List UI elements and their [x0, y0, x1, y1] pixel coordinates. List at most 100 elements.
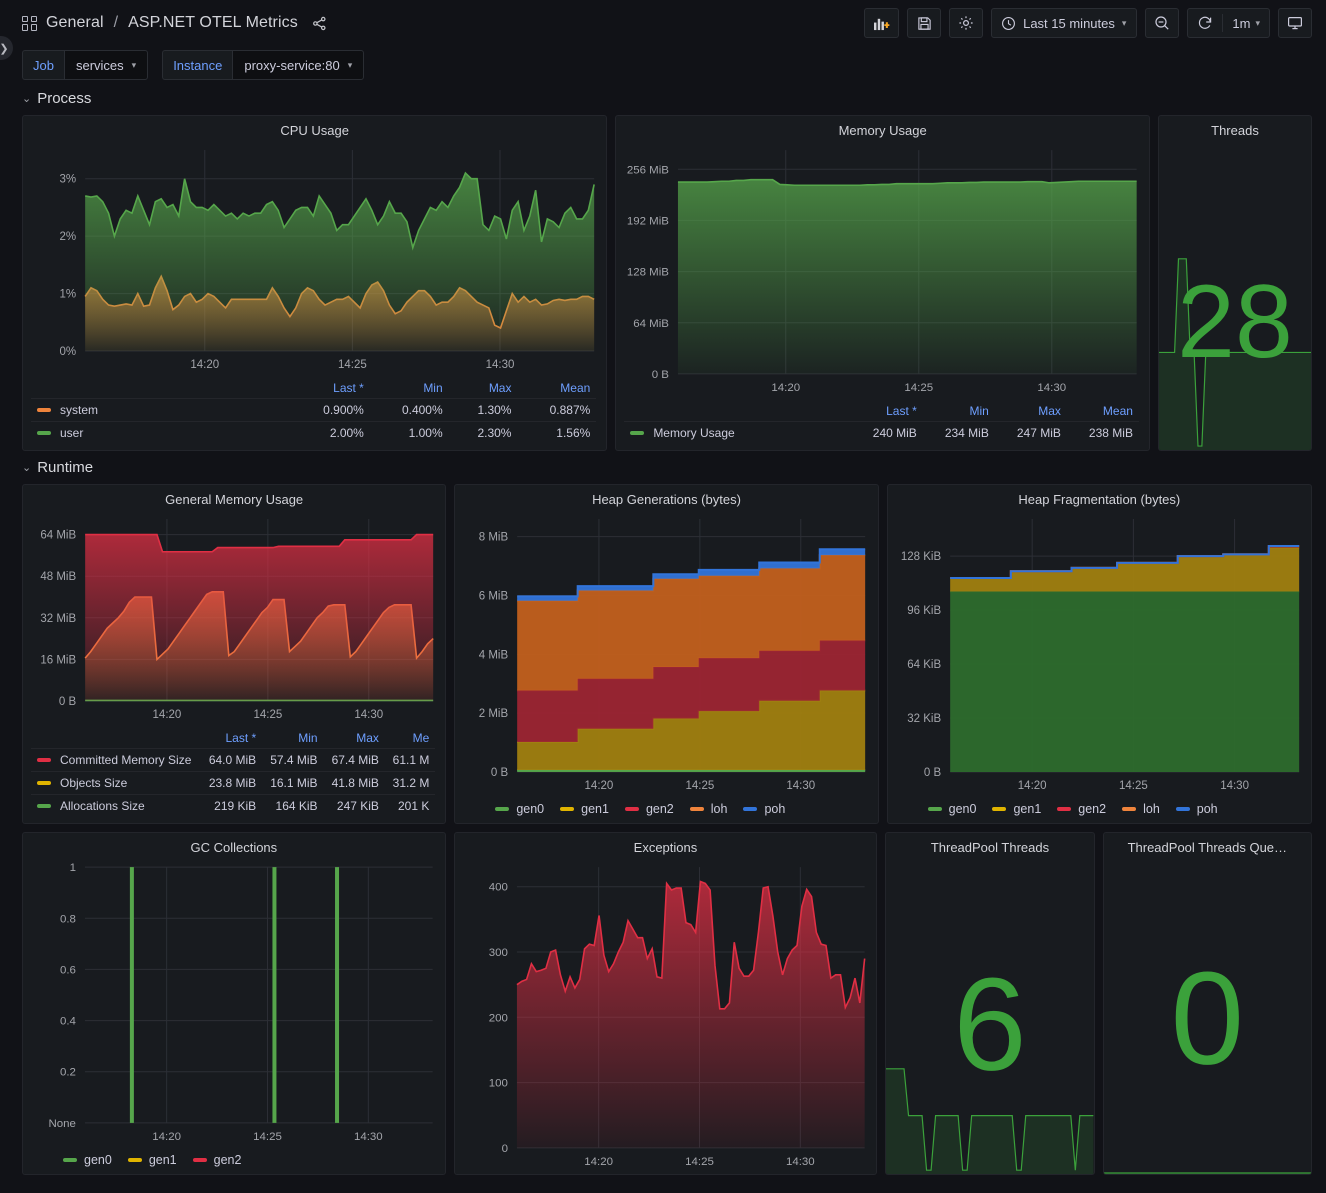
panel-threads[interactable]: Threads 28 [1158, 115, 1312, 451]
legend-row[interactable]: Allocations Size 219 KiB 164 KiB 247 KiB… [31, 795, 435, 818]
page-title[interactable]: ASP.NET OTEL Metrics [128, 14, 298, 32]
barchart[interactable]: None0.20.40.60.8114:2014:2514:30 [23, 857, 445, 1149]
panel-general-memory-usage[interactable]: General Memory Usage 0 B16 MiB32 MiB48 M… [22, 484, 446, 824]
legend-col-min[interactable]: Min [262, 729, 323, 749]
legend-series-cell[interactable]: Memory Usage [624, 422, 850, 445]
section-header-runtime[interactable]: ⌄ Runtime [0, 459, 1326, 484]
legend-series-cell[interactable]: Allocations Size [31, 795, 201, 818]
legend-item[interactable]: loh [690, 802, 728, 816]
legend-value-max: 247 KiB [324, 795, 385, 818]
legend-item[interactable]: gen0 [928, 802, 977, 816]
legend-col-last[interactable]: Last * [851, 402, 923, 422]
share-icon[interactable] [312, 16, 327, 31]
section-header-process[interactable]: ⌄ Process [0, 90, 1326, 115]
series-color-swatch [1176, 807, 1190, 811]
legend-row[interactable]: user 2.00% 1.00% 2.30% 1.56% [31, 422, 596, 445]
legend-col-max[interactable]: Max [995, 402, 1067, 422]
section-title: Process [37, 90, 91, 107]
series-color-swatch [743, 807, 757, 811]
panel-exceptions[interactable]: Exceptions 010020030040014:2014:2514:30 [454, 832, 878, 1175]
panel-body: 28 [1159, 140, 1311, 450]
legend-item[interactable]: gen1 [128, 1153, 177, 1167]
stat-chart[interactable]: 6 [886, 857, 1093, 1174]
chevron-down-icon: ▾ [132, 61, 137, 70]
legend-col-min[interactable]: Min [923, 402, 995, 422]
panel-gc-collections[interactable]: GC Collections None0.20.40.60.8114:2014:… [22, 832, 446, 1175]
timeseries-chart[interactable]: 0 B32 KiB64 KiB96 KiB128 KiB14:2014:2514… [888, 509, 1311, 798]
legend-item[interactable]: gen0 [63, 1153, 112, 1167]
legend-item[interactable]: poh [1176, 802, 1218, 816]
legend-item[interactable]: poh [743, 802, 785, 816]
legend-item[interactable]: gen2 [1057, 802, 1106, 816]
top-navbar: General / ASP.NET OTEL Metrics [0, 0, 1326, 46]
legend-series-cell[interactable]: Committed Memory Size [31, 749, 201, 772]
breadcrumb-folder[interactable]: General [46, 14, 104, 32]
legend-item[interactable]: gen2 [625, 802, 674, 816]
panel-cpu-usage[interactable]: CPU Usage 0%1%2%3%14:2014:2514:30 Last *… [22, 115, 607, 451]
legend-col-min[interactable]: Min [370, 379, 449, 399]
legend-row[interactable]: Objects Size 23.8 MiB 16.1 MiB 41.8 MiB … [31, 772, 435, 795]
panel-heap-fragmentation[interactable]: Heap Fragmentation (bytes) 0 B32 KiB64 K… [887, 484, 1312, 824]
legend-col-mean[interactable]: Me [385, 729, 435, 749]
legend-item[interactable]: gen1 [560, 802, 609, 816]
legend-row[interactable]: Committed Memory Size 64.0 MiB 57.4 MiB … [31, 749, 435, 772]
timeseries-chart[interactable]: 0 B16 MiB32 MiB48 MiB64 MiB14:2014:2514:… [23, 509, 445, 727]
legend-col-max[interactable]: Max [449, 379, 518, 399]
legend-series-name: Memory Usage [653, 426, 734, 440]
stat-chart[interactable]: 0 [1104, 857, 1311, 1174]
legend-value-max: 1.30% [449, 399, 518, 422]
panel-threadpool-threads-queue[interactable]: ThreadPool Threads Que… 0 [1103, 832, 1312, 1175]
legend-series-cell[interactable]: Objects Size [31, 772, 201, 795]
panel-body: 0%1%2%3%14:2014:2514:30 Last * Min Max M… [23, 140, 606, 450]
refresh-interval-picker[interactable]: 1m ▾ [1223, 9, 1269, 37]
series-color-swatch [560, 807, 574, 811]
variable-instance-select[interactable]: proxy-service:80 ▾ [232, 50, 364, 80]
series-color-swatch [37, 431, 51, 435]
legend-table: Last * Min Max Mean system [23, 377, 606, 450]
time-range-picker[interactable]: Last 15 minutes ▾ [991, 8, 1137, 38]
legend-value-last: 240 MiB [851, 422, 923, 445]
gear-icon[interactable] [949, 8, 983, 38]
timeseries-chart[interactable]: 010020030040014:2014:2514:30 [455, 857, 877, 1174]
legend-series-cell[interactable]: user [31, 422, 291, 445]
legend-row[interactable]: Memory Usage 240 MiB 234 MiB 247 MiB 238… [624, 422, 1139, 445]
svg-text:14:20: 14:20 [585, 780, 614, 792]
panel-heap-generations[interactable]: Heap Generations (bytes) 0 B2 MiB4 MiB6 … [454, 484, 878, 824]
legend-col-last[interactable]: Last * [291, 379, 370, 399]
legend-item[interactable]: loh [1122, 802, 1160, 816]
variable-job-select[interactable]: services ▾ [64, 50, 148, 80]
panel-title: Threads [1159, 116, 1311, 140]
timeseries-chart[interactable]: 0 B64 MiB128 MiB192 MiB256 MiB14:2014:25… [616, 140, 1149, 400]
legend-value-max: 41.8 MiB [324, 772, 385, 795]
legend-col-last[interactable]: Last * [201, 729, 262, 749]
legend-item[interactable]: gen2 [193, 1153, 242, 1167]
legend-series-name: Committed Memory Size [60, 753, 191, 767]
legend-col-mean[interactable]: Mean [1067, 402, 1139, 422]
refresh-interval-label: 1m [1232, 16, 1250, 31]
chevron-right-icon: ❯ [0, 42, 9, 55]
timeseries-chart[interactable]: 0%1%2%3%14:2014:2514:30 [23, 140, 606, 377]
refresh-button[interactable] [1188, 9, 1222, 37]
save-icon[interactable] [907, 8, 941, 38]
stat-chart[interactable]: 28 [1159, 140, 1311, 450]
legend-item[interactable]: gen1 [992, 802, 1041, 816]
legend-col-max[interactable]: Max [324, 729, 385, 749]
panel-row-process: CPU Usage 0%1%2%3%14:2014:2514:30 Last *… [0, 115, 1326, 459]
svg-text:14:30: 14:30 [1220, 780, 1249, 792]
legend-series-name: poh [764, 802, 785, 816]
tv-icon[interactable] [1278, 8, 1312, 38]
zoom-out-icon[interactable] [1145, 8, 1179, 38]
legend-col-mean[interactable]: Mean [517, 379, 596, 399]
legend-item[interactable]: gen0 [495, 802, 544, 816]
add-panel-icon[interactable] [864, 8, 899, 38]
svg-text:2 MiB: 2 MiB [479, 708, 509, 720]
legend-row[interactable]: system 0.900% 0.400% 1.30% 0.887% [31, 399, 596, 422]
legend-series-cell[interactable]: system [31, 399, 291, 422]
panel-memory-usage[interactable]: Memory Usage 0 B64 MiB128 MiB192 MiB256 … [615, 115, 1150, 451]
panel-threadpool-threads[interactable]: ThreadPool Threads 6 [885, 832, 1094, 1175]
timeseries-chart[interactable]: 0 B2 MiB4 MiB6 MiB8 MiB14:2014:2514:30 [455, 509, 877, 798]
dashboards-grid-icon[interactable] [22, 16, 37, 31]
panel-body: None0.20.40.60.8114:2014:2514:30 gen0 ge… [23, 857, 445, 1174]
svg-text:0%: 0% [60, 346, 77, 358]
series-color-swatch [690, 807, 704, 811]
